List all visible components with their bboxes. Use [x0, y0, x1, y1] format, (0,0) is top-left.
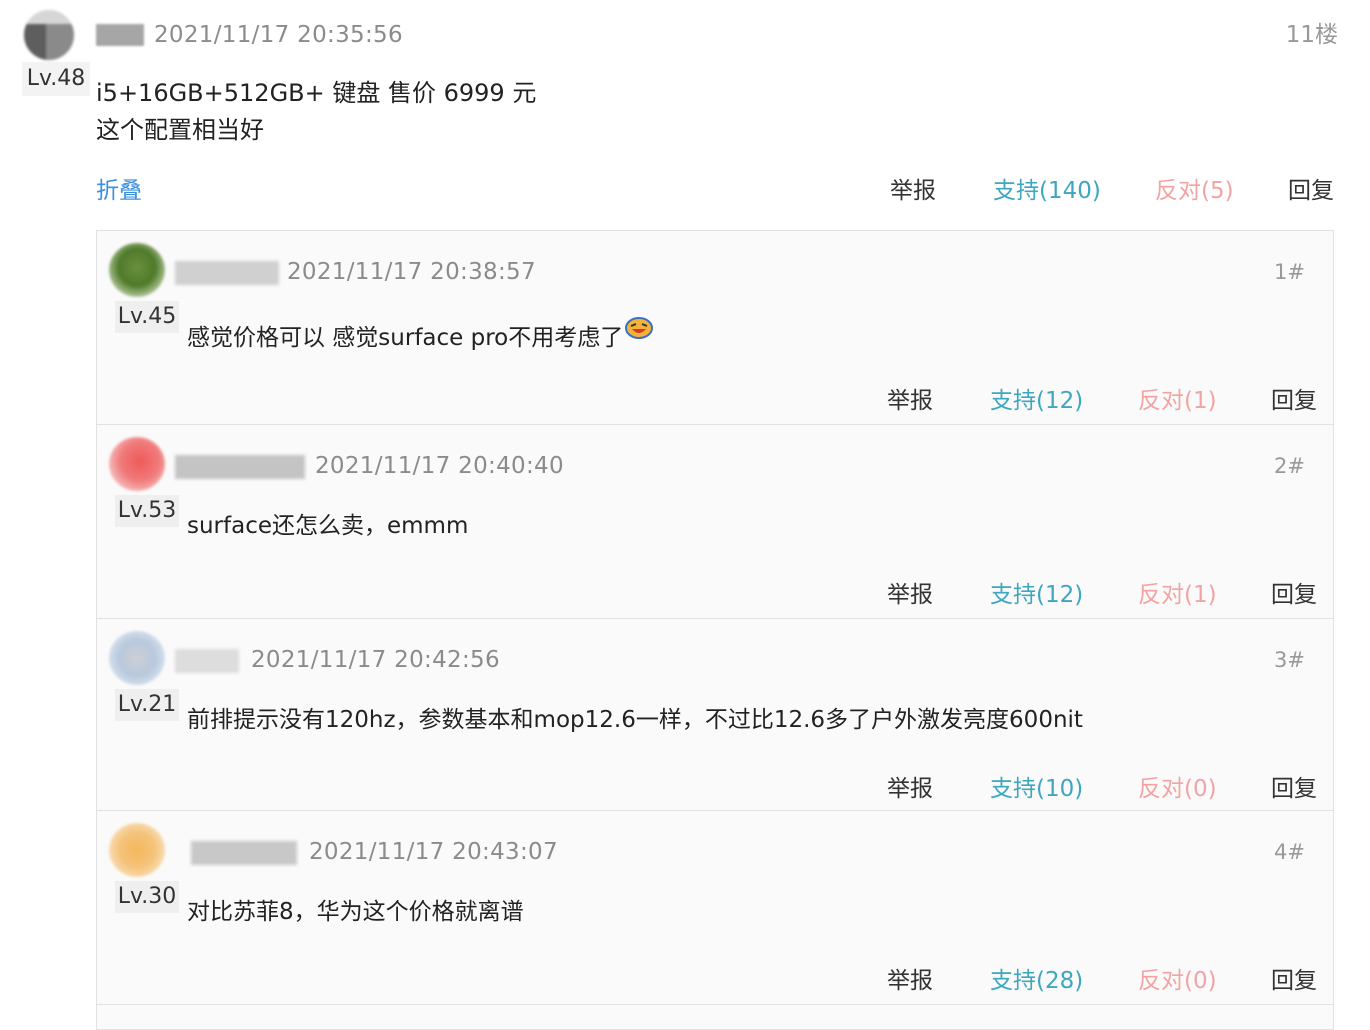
floor-number: 11楼 — [1285, 22, 1338, 48]
reply-timestamp: 2021/11/17 20:40:40 — [315, 453, 564, 479]
reply-button[interactable]: 回复 — [1271, 963, 1317, 999]
reply-list: Lv.45 2021/11/17 20:38:57 1# 感觉价格可以 感觉su… — [96, 230, 1334, 1030]
username-redacted — [175, 649, 239, 673]
reply-content: 前排提示没有120hz，参数基本和mop12.6一样，不过比12.6多了户外激发… — [187, 707, 1083, 733]
username-redacted — [96, 24, 144, 46]
oppose-button[interactable]: 反对(0) — [1138, 963, 1217, 999]
reply-timestamp: 2021/11/17 20:38:57 — [287, 259, 536, 285]
floor-number: 4# — [1274, 840, 1305, 864]
user-level-badge: Lv.45 — [115, 301, 179, 333]
user-avatar[interactable] — [109, 823, 165, 877]
report-button[interactable]: 举报 — [890, 173, 936, 209]
user-avatar[interactable] — [24, 10, 74, 60]
user-level-badge: Lv.53 — [115, 495, 179, 527]
report-button[interactable]: 举报 — [887, 963, 933, 999]
report-button[interactable]: 举报 — [887, 577, 933, 613]
user-level-badge: Lv.48 — [22, 62, 90, 96]
user-avatar[interactable] — [109, 243, 165, 297]
post-content-line: i5+16GB+512GB+ 键盘 售价 6999 元 — [96, 79, 537, 107]
oppose-button[interactable]: 反对(0) — [1138, 771, 1217, 807]
support-button[interactable]: 支持(28) — [990, 963, 1083, 999]
username-redacted — [175, 261, 279, 285]
post-content-line: 这个配置相当好 — [96, 116, 264, 144]
reply-item: Lv.30 2021/11/17 20:43:07 4# 对比苏菲8，华为这个价… — [97, 811, 1333, 1005]
report-button[interactable]: 举报 — [887, 383, 933, 419]
reply-text: 感觉价格可以 感觉surface pro不用考虑了 — [187, 325, 624, 351]
reply-content: 感觉价格可以 感觉surface pro不用考虑了 — [187, 315, 654, 355]
post-timestamp: 2021/11/17 20:35:56 — [154, 22, 403, 48]
oppose-button[interactable]: 反对(1) — [1138, 383, 1217, 419]
oppose-button[interactable]: 反对(1) — [1138, 577, 1217, 613]
user-level-badge: Lv.30 — [115, 881, 179, 913]
user-level-badge: Lv.21 — [115, 689, 179, 721]
user-avatar[interactable] — [109, 437, 165, 491]
reply-content: surface还怎么卖，emmm — [187, 513, 469, 539]
floor-number: 3# — [1274, 648, 1305, 672]
support-button[interactable]: 支持(12) — [990, 577, 1083, 613]
reply-button[interactable]: 回复 — [1271, 577, 1317, 613]
oppose-button[interactable]: 反对(5) — [1155, 173, 1234, 209]
floor-number: 2# — [1274, 454, 1305, 478]
floor-number: 1# — [1274, 260, 1305, 284]
username-redacted — [175, 455, 305, 479]
reply-timestamp: 2021/11/17 20:42:56 — [251, 647, 500, 673]
report-button[interactable]: 举报 — [887, 771, 933, 807]
collapse-link[interactable]: 折叠 — [96, 173, 142, 209]
reply-item: Lv.53 2021/11/17 20:40:40 2# surface还怎么卖… — [97, 425, 1333, 619]
reply-button[interactable]: 回复 — [1271, 771, 1317, 807]
user-avatar[interactable] — [109, 631, 165, 685]
laughing-emoji-icon — [625, 315, 654, 339]
support-button[interactable]: 支持(140) — [993, 173, 1101, 209]
reply-item: Lv.45 2021/11/17 20:38:57 1# 感觉价格可以 感觉su… — [97, 231, 1333, 425]
support-button[interactable]: 支持(12) — [990, 383, 1083, 419]
username-redacted — [191, 841, 297, 865]
reply-timestamp: 2021/11/17 20:43:07 — [309, 839, 558, 865]
reply-button[interactable]: 回复 — [1288, 173, 1334, 209]
support-button[interactable]: 支持(10) — [990, 771, 1083, 807]
reply-content: 对比苏菲8，华为这个价格就离谱 — [187, 899, 524, 925]
reply-item: Lv.21 2021/11/17 20:42:56 3# 前排提示没有120hz… — [97, 619, 1333, 811]
reply-button[interactable]: 回复 — [1271, 383, 1317, 419]
